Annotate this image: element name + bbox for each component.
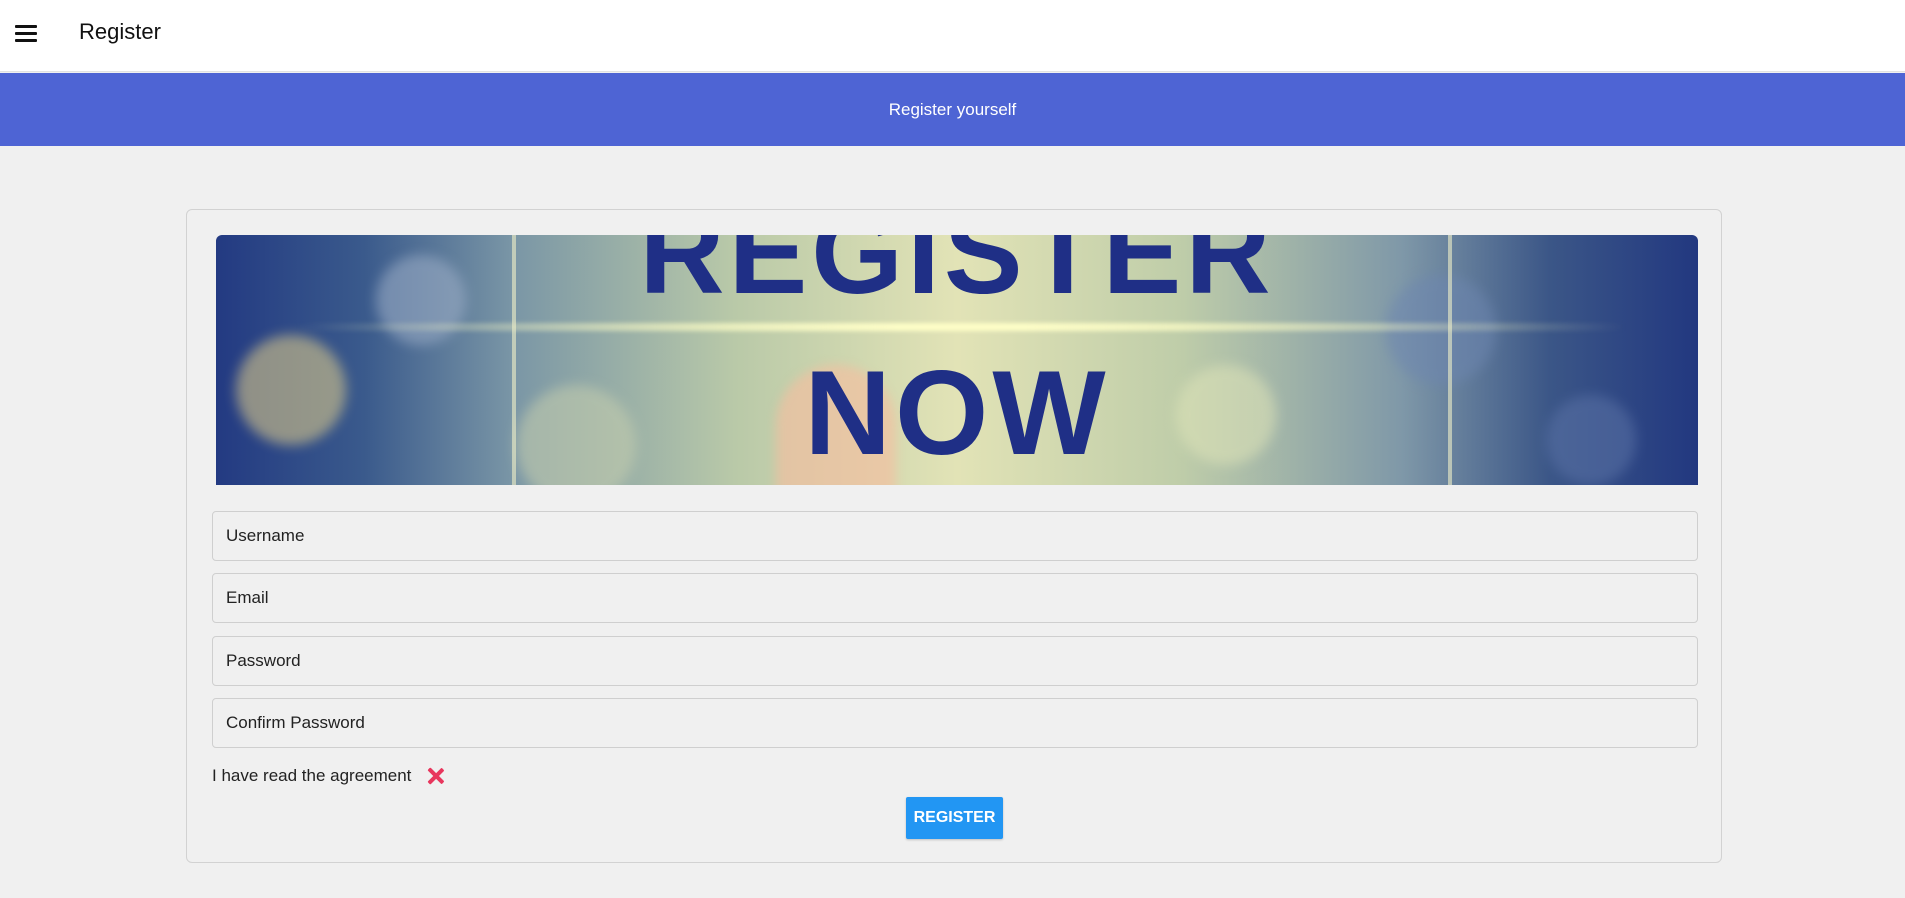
agreement-label: I have read the agreement	[212, 766, 412, 785]
hero-word-now: NOW	[804, 346, 1110, 480]
password-field[interactable]	[212, 636, 1698, 686]
page-title: Register	[79, 19, 161, 44]
username-field[interactable]	[212, 511, 1698, 561]
hamburger-menu-icon[interactable]	[12, 22, 42, 46]
register-card: REGISTER NOW I have read the agreement R…	[186, 209, 1722, 863]
close-x-icon[interactable]	[426, 766, 446, 786]
hero-word-register: REGISTER	[639, 235, 1275, 319]
banner-text: Register yourself	[888, 100, 1017, 119]
register-now-hero-image: REGISTER NOW	[216, 235, 1698, 485]
confirm-password-field[interactable]	[212, 698, 1698, 748]
email-field[interactable]	[212, 573, 1698, 623]
register-banner: Register yourself	[0, 73, 1905, 146]
app-header: Register	[0, 0, 1905, 72]
register-button[interactable]: REGISTER	[906, 797, 1003, 839]
agreement-row: I have read the agreement	[212, 762, 446, 790]
